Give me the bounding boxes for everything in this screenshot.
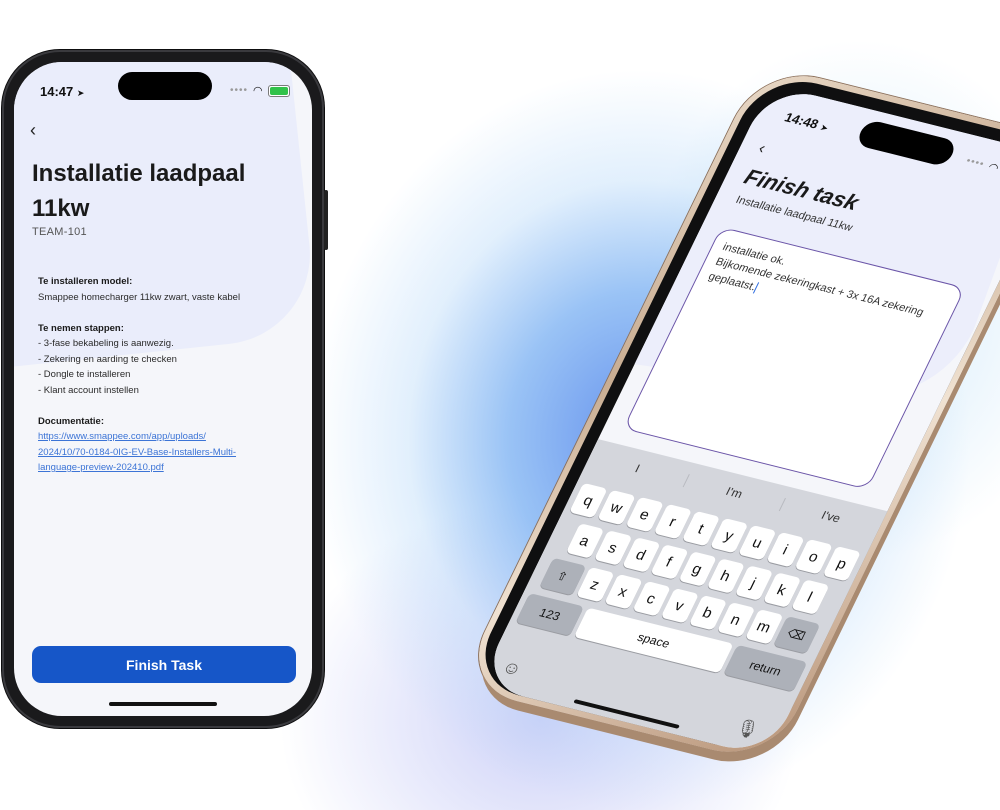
home-indicator [109, 702, 217, 706]
wifi-icon: ◠ [985, 161, 1000, 175]
battery-icon [267, 84, 290, 97]
suggestion-item[interactable]: I'm [683, 474, 787, 512]
model-heading: Te installeren model: [38, 276, 133, 287]
step-item: - Zekering en aarding te checken [38, 353, 177, 365]
microphone-icon[interactable]: 🎙 [731, 717, 763, 742]
back-button[interactable]: ‹ [30, 120, 36, 141]
status-time: 14:47 ➤ [40, 84, 84, 99]
suggestion-item[interactable]: I [586, 450, 690, 488]
status-indicators: •••• ◠ [230, 84, 290, 97]
status-time-text: 14:47 [40, 84, 74, 99]
link-line[interactable]: https://www.smappee.com/app/uploads/ [38, 431, 206, 442]
step-item: - Dongle te installeren [38, 369, 131, 380]
steps-heading: Te nemen stappen: [38, 322, 124, 334]
step-item: - Klant account instellen [38, 384, 139, 396]
docs-heading: Documentatie: [38, 415, 104, 427]
signal-icon: •••• [230, 85, 249, 96]
numbers-key[interactable]: 123 [515, 593, 585, 636]
step-item: - 3-fase bekabeling is aanwezig. [38, 338, 174, 349]
power-button [324, 190, 328, 250]
link-line[interactable]: 2024/10/70-0184-0IG-EV-Base-Installers-M… [38, 447, 236, 458]
phone-left: 14:47 ➤ •••• ◠ ‹ Installatie laadpaal 11… [2, 50, 328, 728]
wifi-icon: ◠ [253, 85, 263, 97]
task-detail-screen: 14:47 ➤ •••• ◠ ‹ Installatie laadpaal 11… [14, 62, 312, 716]
task-code: TEAM-101 [32, 226, 87, 238]
return-key[interactable]: return [723, 644, 808, 692]
location-icon: ➤ [76, 88, 85, 98]
suggestion-item[interactable]: I've [780, 498, 882, 535]
finish-task-button[interactable]: Finish Task [32, 646, 296, 683]
task-description: Te installeren model: Smappee homecharge… [38, 274, 298, 476]
emoji-icon[interactable]: ☺ [498, 657, 526, 681]
model-value: Smappee homecharger 11kw zwart, vaste ka… [38, 291, 241, 303]
link-line[interactable]: language-preview-202410.pdf [38, 462, 164, 473]
documentation-link[interactable]: https://www.smappee.com/app/uploads/ 202… [38, 429, 298, 476]
page-title: Installatie laadpaal 11kw [32, 160, 246, 222]
dynamic-island [118, 72, 212, 100]
